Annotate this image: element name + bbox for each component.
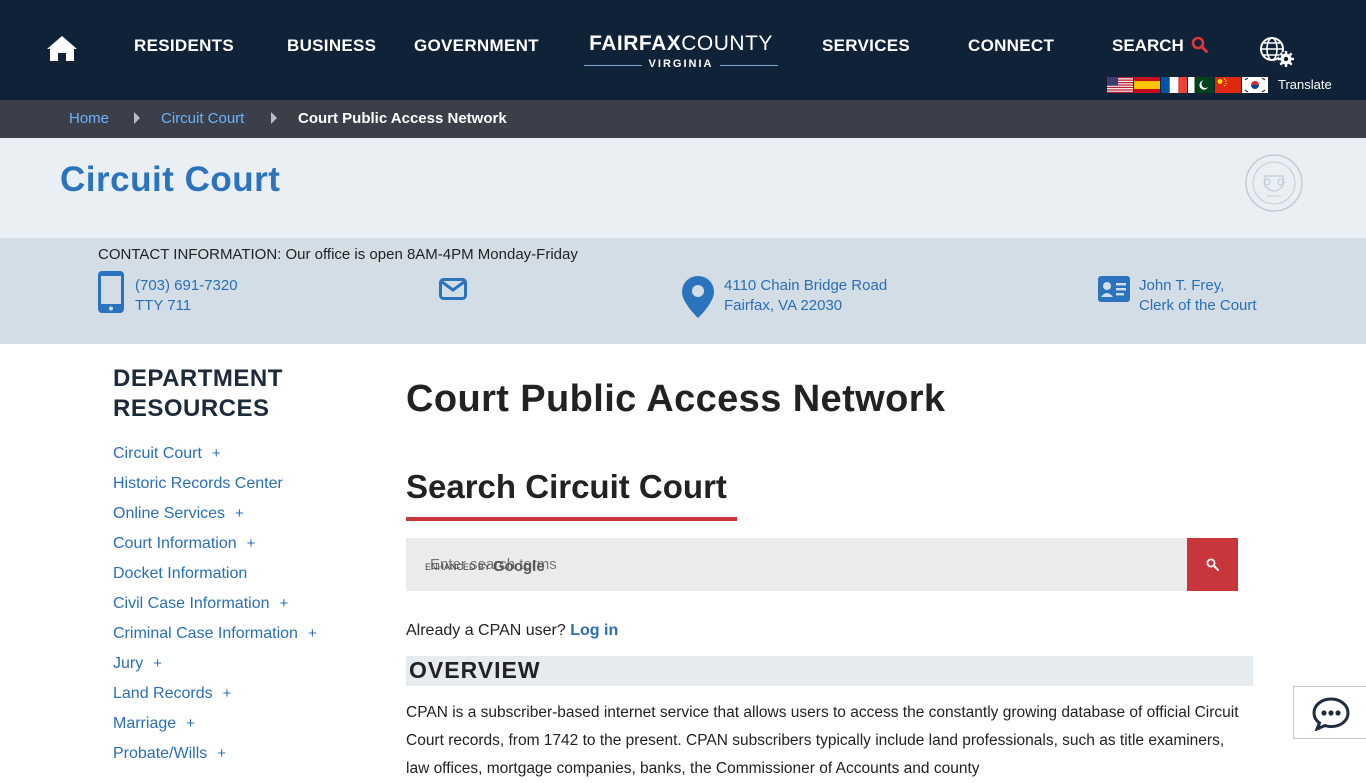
sidebar-item-label[interactable]: Online Services <box>113 505 225 522</box>
phone-number[interactable]: (703) 691-7320 <box>135 276 238 296</box>
sidebar-item-jury[interactable]: Jury + <box>113 655 162 673</box>
top-navigation: RESIDENTS BUSINESS GOVERNMENT FAIRFAXCOU… <box>0 0 1366 100</box>
sidebar-item-label[interactable]: Marriage <box>113 715 176 732</box>
cpan-login-prompt: Already a CPAN user? Log in <box>406 622 618 640</box>
flag-us-icon[interactable] <box>1107 77 1133 93</box>
flag-fr-icon[interactable] <box>1161 77 1187 93</box>
sidebar-item-label[interactable]: Docket Information <box>113 565 247 582</box>
overview-text: CPAN is a subscriber-based internet serv… <box>406 704 1239 777</box>
logo-main-light: COUNTY <box>681 32 773 55</box>
flag-cn-icon[interactable] <box>1215 77 1241 93</box>
nav-search-label: SEARCH <box>1112 36 1184 55</box>
id-card-icon <box>1098 276 1130 302</box>
breadcrumb-separator-icon <box>134 112 140 124</box>
sidebar-item-label[interactable]: Land Records <box>113 685 213 702</box>
address-line2[interactable]: Fairfax, VA 22030 <box>724 296 887 316</box>
search-input[interactable] <box>406 538 1187 591</box>
expand-plus-icon[interactable]: + <box>235 505 244 522</box>
overview-title: OVERVIEW <box>409 657 541 683</box>
sidebar-title-line2: RESOURCES <box>113 395 270 422</box>
overview-header: OVERVIEW <box>406 656 1253 686</box>
language-flags <box>1107 77 1269 93</box>
map-pin-icon <box>682 276 714 318</box>
nav-government[interactable]: GOVERNMENT <box>414 36 539 56</box>
department-title-band: Circuit Court <box>0 138 1366 238</box>
contact-clerk[interactable]: John T. Frey, Clerk of the Court <box>1139 276 1257 316</box>
search-icon <box>1191 36 1208 53</box>
logo-sub: VIRGINIA <box>584 58 778 70</box>
sidebar-item-probate-wills[interactable]: Probate/Wills + <box>113 745 226 763</box>
breadcrumb-current: Court Public Access Network <box>298 110 507 127</box>
sidebar-item-online-services[interactable]: Online Services + <box>113 505 244 523</box>
contact-heading: CONTACT INFORMATION: Our office is open … <box>98 246 578 263</box>
section-underline <box>406 517 737 521</box>
login-link[interactable]: Log in <box>570 622 618 639</box>
logo-main-bold: FAIRFAX <box>589 32 682 55</box>
section-title: Search Circuit Court <box>406 468 727 505</box>
sidebar-item-label[interactable]: Jury <box>113 655 143 672</box>
sidebar-item-label[interactable]: Criminal Case Information <box>113 625 298 642</box>
expand-plus-icon[interactable]: + <box>308 625 317 642</box>
sidebar-item-marriage[interactable]: Marriage + <box>113 715 195 733</box>
envelope-icon[interactable] <box>439 278 467 300</box>
expand-plus-icon[interactable]: + <box>212 445 221 462</box>
expand-plus-icon[interactable]: + <box>217 745 226 762</box>
expand-plus-icon[interactable]: + <box>186 715 195 732</box>
expand-plus-icon[interactable]: + <box>280 595 289 612</box>
sidebar-title: DEPARTMENT RESOURCES <box>113 364 283 424</box>
address-line1[interactable]: 4110 Chain Bridge Road <box>724 276 887 296</box>
clerk-name[interactable]: John T. Frey, <box>1139 276 1257 296</box>
expand-plus-icon[interactable]: + <box>247 535 256 552</box>
search-button[interactable] <box>1187 538 1238 591</box>
flag-pk-icon[interactable] <box>1188 77 1214 93</box>
sidebar-item-civil-case[interactable]: Civil Case Information + <box>113 595 288 613</box>
sidebar-item-label[interactable]: Court Information <box>113 535 237 552</box>
breadcrumb-circuit-court[interactable]: Circuit Court <box>161 110 244 127</box>
globe-gear-icon[interactable] <box>1258 36 1296 68</box>
sidebar-title-line1: DEPARTMENT <box>113 365 283 392</box>
sidebar-item-court-information[interactable]: Court Information + <box>113 535 255 553</box>
contact-address[interactable]: 4110 Chain Bridge Road Fairfax, VA 22030 <box>724 276 887 316</box>
nav-residents[interactable]: RESIDENTS <box>134 36 234 56</box>
chat-icon <box>1312 697 1350 731</box>
sidebar-item-docket-information[interactable]: Docket Information <box>113 565 257 583</box>
sidebar-item-circuit-court[interactable]: Circuit Court + <box>113 445 221 463</box>
contact-information: CONTACT INFORMATION: Our office is open … <box>0 238 1366 344</box>
sidebar-item-criminal-case[interactable]: Criminal Case Information + <box>113 625 317 643</box>
chat-button[interactable] <box>1293 686 1366 739</box>
clerk-title[interactable]: Clerk of the Court <box>1139 296 1257 316</box>
nav-search[interactable]: SEARCH <box>1112 36 1208 56</box>
contact-phone[interactable]: (703) 691-7320 TTY 711 <box>135 276 238 316</box>
search-box[interactable]: ENHANCED BYGoogle <box>406 538 1187 591</box>
nav-business[interactable]: BUSINESS <box>287 36 376 56</box>
sidebar-item-label[interactable]: Civil Case Information <box>113 595 270 612</box>
translate-label[interactable]: Translate <box>1278 77 1332 92</box>
fairfax-county-logo[interactable]: FAIRFAXCOUNTY VIRGINIA <box>584 32 778 72</box>
county-seal-icon <box>1245 154 1303 212</box>
sidebar-item-label[interactable]: Probate/Wills <box>113 745 207 762</box>
sidebar-item-label[interactable]: Historic Records Center <box>113 475 283 492</box>
sidebar-item-land-records[interactable]: Land Records + <box>113 685 231 703</box>
home-icon[interactable] <box>46 34 78 62</box>
page-title: Court Public Access Network <box>406 378 946 420</box>
sidebar-item-label[interactable]: Circuit Court <box>113 445 202 462</box>
breadcrumb-home[interactable]: Home <box>69 110 109 127</box>
expand-plus-icon[interactable]: + <box>223 685 232 702</box>
breadcrumb-separator-icon <box>271 112 277 124</box>
nav-connect[interactable]: CONNECT <box>968 36 1054 56</box>
flag-es-icon[interactable] <box>1134 77 1160 93</box>
nav-services[interactable]: SERVICES <box>822 36 910 56</box>
search-icon <box>1206 558 1219 571</box>
already-user-text: Already a CPAN user? <box>406 622 566 639</box>
phone-icon <box>98 271 124 313</box>
tty-number[interactable]: TTY 711 <box>135 296 238 316</box>
expand-plus-icon[interactable]: + <box>153 655 162 672</box>
sidebar-item-historic-records[interactable]: Historic Records Center <box>113 475 293 493</box>
breadcrumb: Home Circuit Court Court Public Access N… <box>0 100 1366 138</box>
department-title[interactable]: Circuit Court <box>60 160 280 200</box>
flag-kr-icon[interactable] <box>1242 77 1268 93</box>
